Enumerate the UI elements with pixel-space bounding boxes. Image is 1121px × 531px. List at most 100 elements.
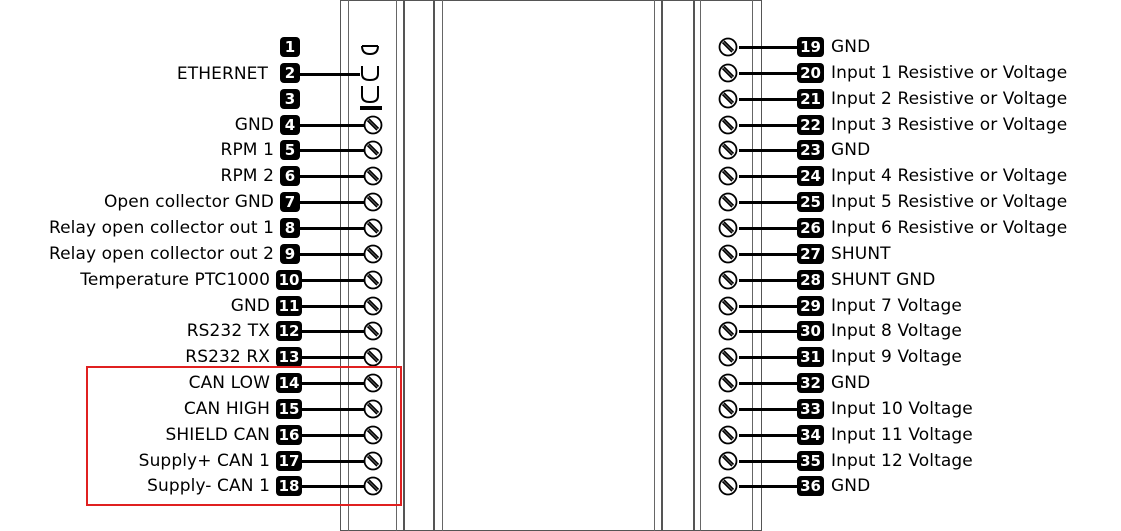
pin-label: Input 3 Resistive or Voltage: [831, 114, 1068, 135]
terminal-screw-icon: [718, 115, 738, 134]
pin-label: RS232 TX: [186, 321, 270, 342]
pin-number-badge: 21: [797, 88, 824, 109]
terminal-screw-icon: [363, 192, 383, 212]
pin-number-badge: 23: [797, 140, 824, 161]
can-bus-highlight-box: [86, 366, 402, 506]
pin-wire: [739, 382, 797, 386]
pin-number-badge: 20: [797, 62, 824, 83]
pin-label: GND: [831, 373, 871, 394]
pin-wire: [739, 123, 797, 127]
pin-number-badge: 7: [280, 192, 300, 213]
terminal-screw-icon: [718, 89, 738, 109]
terminal-screw-icon: [718, 218, 738, 238]
pin-wire: [739, 278, 797, 282]
terminal-screw-icon: [718, 451, 738, 470]
pin-number-badge: 9: [280, 243, 300, 264]
pin-label: Input 5 Resistive or Voltage: [831, 192, 1068, 213]
pin-wire: [739, 485, 797, 489]
pin-wire: [739, 149, 797, 153]
terminal-screw-icon: [363, 166, 383, 186]
pin-wire: [739, 459, 797, 463]
terminal-screw-icon: [718, 347, 738, 367]
pin-number-badge: 35: [797, 450, 824, 471]
pin-number-badge: 8: [280, 217, 300, 238]
pin-label: RPM 2: [220, 166, 274, 187]
terminal-screw-icon: [363, 296, 383, 315]
pin-label: Input 9 Voltage: [831, 347, 962, 368]
module-edge-line: [700, 0, 701, 531]
pin-label: Input 7 Voltage: [831, 295, 962, 316]
terminal-screw-icon: [718, 37, 738, 57]
pin-wire: [739, 46, 797, 49]
pin-wire: [739, 175, 797, 179]
terminal-screw-icon: [363, 218, 383, 238]
pin-number-badge: 36: [797, 476, 824, 497]
pin-number-badge: 26: [797, 217, 824, 238]
pin-label: RPM 1: [220, 140, 274, 161]
pin-number-badge: 25: [797, 192, 824, 213]
pin-number-badge: 24: [797, 166, 824, 187]
terminal-screw-icon: [718, 270, 738, 290]
pin-number-badge: 1: [280, 37, 300, 57]
terminal-screw-icon: [718, 425, 738, 445]
terminal-screw-icon: [363, 140, 383, 160]
pin-wire: [739, 356, 797, 360]
pin-number-badge: 2: [280, 62, 300, 83]
pin-wire: [739, 407, 797, 411]
pin-number-badge: 22: [797, 114, 824, 135]
pin-wire: [739, 252, 797, 256]
pin-label: RS232 RX: [185, 347, 270, 368]
pin-label: Input 11 Voltage: [831, 424, 973, 445]
terminal-screw-icon: [363, 244, 383, 264]
pin-label: Relay open collector out 2: [48, 243, 274, 264]
pin-label: GND: [230, 295, 270, 316]
pin-wire: [739, 71, 797, 75]
terminal-screw-icon: [718, 63, 738, 83]
pin-number-badge: 11: [276, 295, 302, 316]
pin-wire: [739, 330, 797, 334]
pin-label: Input 8 Voltage: [831, 321, 962, 342]
pin-label: GND: [831, 140, 871, 161]
pin-label: Input 2 Resistive or Voltage: [831, 88, 1068, 109]
module-right-rail: [662, 0, 694, 531]
ethernet-label: ETHERNET: [176, 64, 268, 84]
pin-label: SHUNT: [831, 243, 891, 264]
terminal-screw-icon: [718, 166, 738, 186]
pin-wire: [739, 226, 797, 230]
pin-number-badge: 27: [797, 243, 824, 264]
pin-wire: [739, 97, 797, 101]
terminal-screw-icon: [718, 321, 738, 341]
terminal-screw-icon: [718, 477, 738, 496]
pin-label: Temperature PTC1000: [80, 269, 270, 290]
pin-number-badge: 13: [276, 347, 302, 368]
terminal-screw-icon: [718, 244, 738, 264]
pin-number-badge: 19: [797, 37, 824, 57]
pin-label: Input 6 Resistive or Voltage: [831, 217, 1068, 238]
pin-number-badge: 4: [280, 114, 300, 135]
pin-label: Input 12 Voltage: [831, 450, 973, 471]
terminal-screw-icon: [363, 270, 383, 290]
pin-number-badge: 30: [797, 321, 824, 342]
module-edge-line: [442, 0, 443, 531]
pin-wire: [739, 201, 797, 205]
pin-number-badge: 5: [280, 140, 300, 161]
pin-number-badge: 6: [280, 166, 300, 187]
module-left-rail: [404, 0, 434, 531]
pin-wire: [739, 433, 797, 437]
pin-label: Relay open collector out 1: [48, 217, 274, 238]
module-edge-line: [752, 0, 753, 531]
terminal-screw-icon: [363, 347, 383, 367]
terminal-screw-icon: [718, 296, 738, 315]
terminal-screw-icon: [718, 192, 738, 212]
pin-label: Input 10 Voltage: [831, 398, 973, 419]
pin-number-badge: 29: [797, 295, 824, 316]
pin-number-badge: 28: [797, 269, 824, 290]
pin-wire: [739, 304, 797, 308]
terminal-screw-icon: [718, 373, 738, 393]
pin-number-badge: 32: [797, 373, 824, 394]
terminal-screw-icon: [718, 140, 738, 160]
pin-label: SHUNT GND: [831, 269, 936, 290]
pin-label: GND: [234, 114, 274, 135]
module-center-body: [434, 0, 662, 531]
pin-number-badge: 34: [797, 424, 824, 445]
